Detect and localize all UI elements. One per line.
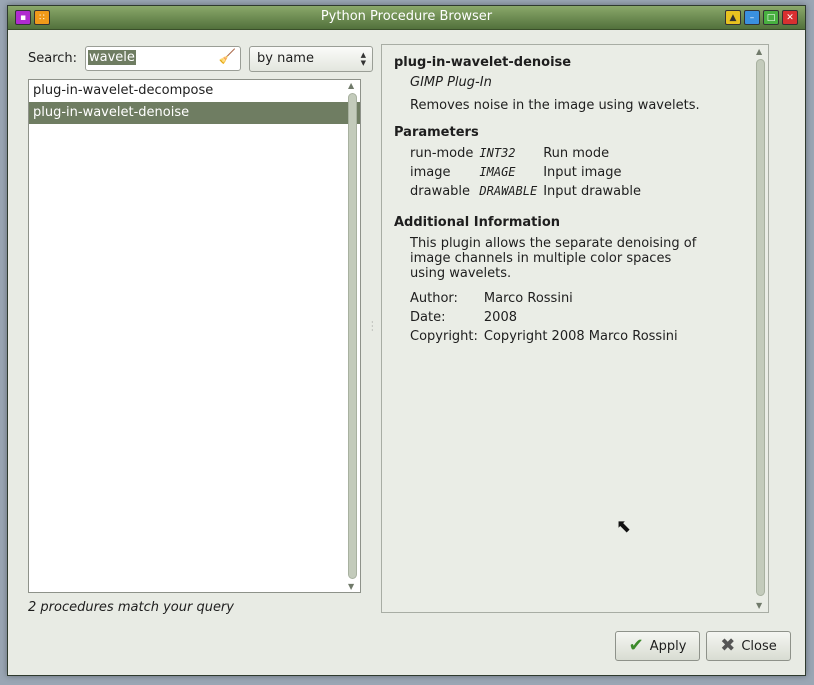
window-title: Python Procedure Browser [320,9,493,24]
title-bar[interactable]: ▪ ∷ Python Procedure Browser ▲ – □ ✕ [8,6,805,30]
list-scrollbar[interactable]: ▲ ▼ [346,81,359,591]
scroll-down-icon[interactable]: ▼ [756,601,762,610]
parameters-heading: Parameters [394,125,479,140]
search-mode-select[interactable]: by name ▲ ▼ [249,46,373,72]
apply-button[interactable]: ✔ Apply [615,631,700,661]
procedure-list[interactable]: plug-in-wavelet-decompose plug-in-wavele… [28,79,361,593]
search-input[interactable]: wavele 🧹 [85,46,241,71]
parameter-row: image IMAGE Input image [410,165,647,184]
info-table: Author: Marco Rossini Date: 2008 Copyrig… [410,289,684,346]
param-name: drawable [410,184,471,199]
scroll-up-icon[interactable]: ▲ [756,47,762,56]
scroll-up-icon[interactable]: ▲ [348,81,354,90]
param-name: image [410,165,451,180]
procedure-name: plug-in-wavelet-denoise [394,55,572,70]
additional-info-heading: Additional Information [394,215,561,230]
date-value: 2008 [483,310,517,325]
param-type: INT32 [479,146,516,160]
mouse-pointer-icon: ⬉ [616,516,632,537]
broom-icon[interactable]: 🧹 [219,49,236,65]
procedure-help: This plugin allows the separate denoisin… [410,236,697,281]
close-button[interactable]: ✖ Close [706,631,791,661]
maximize-icon[interactable]: □ [763,10,779,25]
date-label: Date: [410,310,446,325]
param-desc: Input image [543,165,622,180]
close-button-label: Close [741,638,777,654]
scroll-down-icon[interactable]: ▼ [348,582,354,591]
procedure-blurb: Removes noise in the image using wavelet… [410,98,700,113]
apply-button-label: Apply [649,638,687,654]
search-input-value[interactable]: wavele [88,50,136,65]
shade-icon[interactable]: ▲ [725,10,741,25]
param-type: IMAGE [479,165,516,179]
author-label: Author: [410,291,458,306]
param-desc: Run mode [543,146,610,161]
copyright-label: Copyright: [410,329,478,344]
parameters-table: run-mode INT32 Run mode image IMAGE Inpu… [410,146,647,203]
list-item[interactable]: plug-in-wavelet-decompose [29,80,360,102]
procedure-browser-window: ▪ ∷ Python Procedure Browser ▲ – □ ✕ Sea… [7,5,806,676]
checkmark-icon: ✔ [628,635,644,656]
list-item[interactable]: plug-in-wavelet-denoise [29,102,360,124]
author-value: Marco Rossini [483,291,573,306]
updown-arrows-icon: ▲ ▼ [360,51,366,67]
close-window-icon[interactable]: ✕ [782,10,798,25]
search-label: Search: [28,51,78,66]
copyright-value: Copyright 2008 Marco Rossini [483,329,678,344]
param-desc: Input drawable [543,184,642,199]
param-name: run-mode [410,146,474,161]
minimize-icon[interactable]: – [744,10,760,25]
close-icon: ✖ [720,635,736,656]
pane-divider-handle[interactable]: · · · [371,319,377,335]
procedure-detail-panel: plug-in-wavelet-denoise GIMP Plug-In Rem… [381,44,769,613]
parameter-row: run-mode INT32 Run mode [410,146,647,165]
parameter-row: drawable DRAWABLE Input drawable [410,184,647,203]
param-type: DRAWABLE [479,184,538,198]
detail-scrollbar[interactable]: ▲ ▼ [754,47,768,610]
detail-scroll-thumb[interactable] [756,59,765,596]
match-count-status: 2 procedures match your query [28,600,234,615]
procedure-type: GIMP Plug-In [410,75,492,90]
list-scroll-thumb[interactable] [348,93,357,579]
search-mode-value: by name [257,51,314,66]
